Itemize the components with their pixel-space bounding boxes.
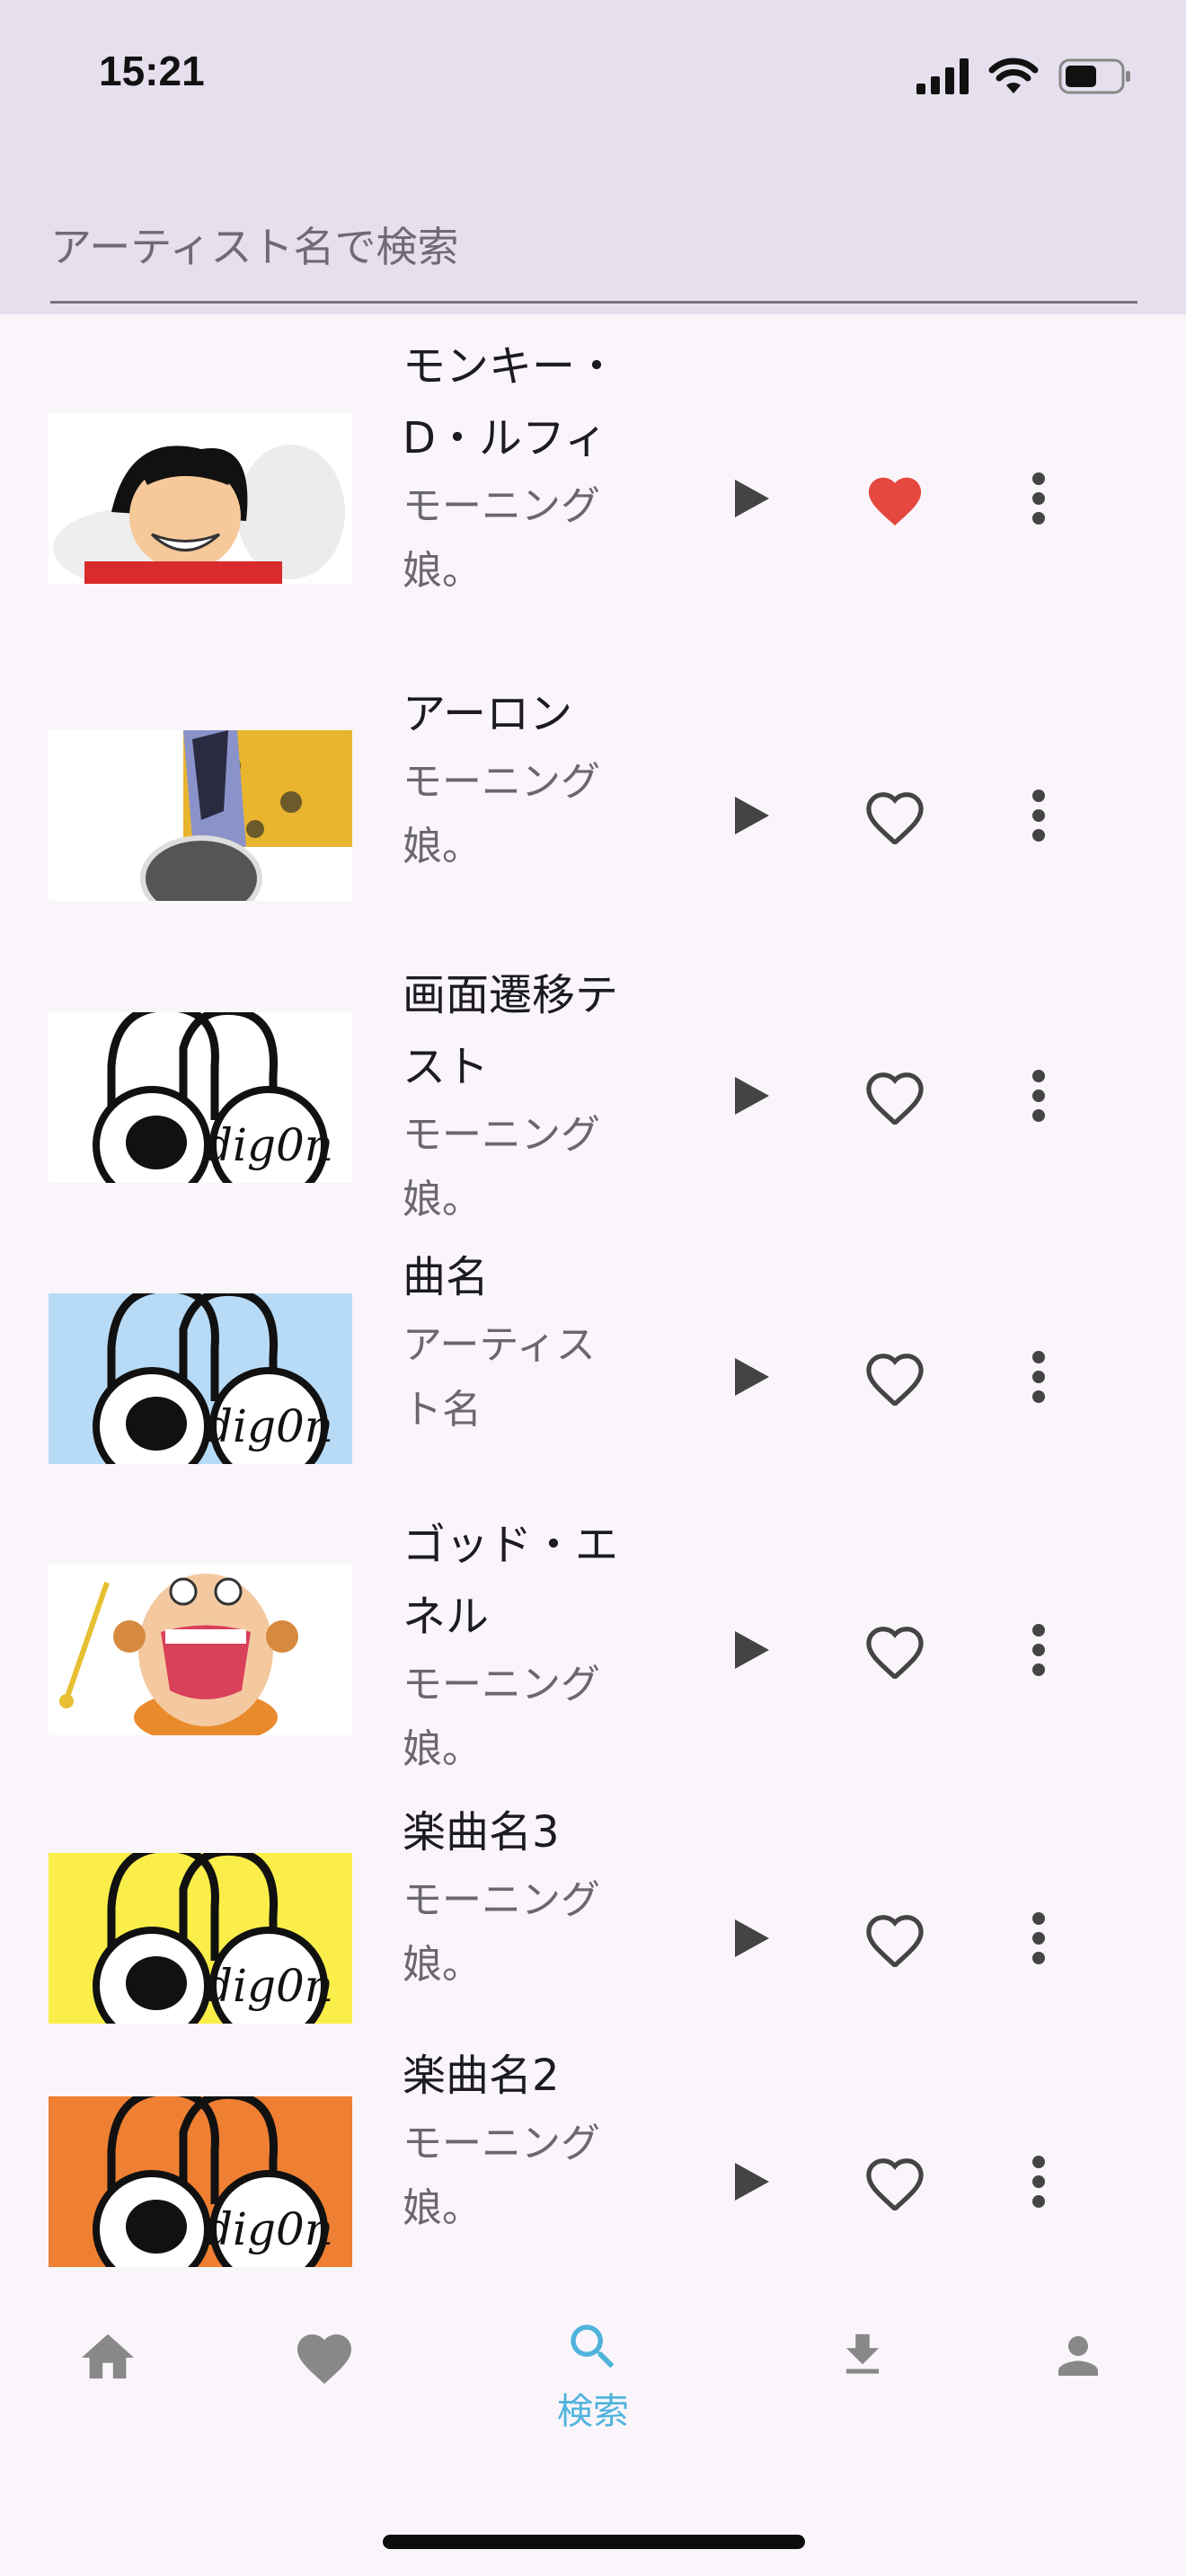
more-vert-icon [1032, 1070, 1045, 1122]
play-button[interactable] [712, 1898, 792, 1979]
nav-search-label: 検索 [557, 2391, 629, 2432]
song-artist: モーニング娘。 [403, 483, 600, 594]
list-item[interactable]: モンキー・D・ルフィ モーニング娘。 [0, 314, 1186, 674]
song-artist: アーティスト名 [403, 1322, 596, 1433]
favorite-button[interactable] [854, 1898, 935, 1979]
heart-filled-icon [868, 477, 922, 526]
play-button[interactable] [712, 1055, 792, 1136]
play-icon [735, 2163, 769, 2201]
more-vert-icon [1032, 1624, 1045, 1676]
heart-outline-icon [866, 792, 924, 844]
song-artist: モーニング娘。 [403, 759, 600, 869]
status-icons [916, 52, 1132, 101]
more-options-button[interactable] [998, 2141, 1079, 2222]
home-icon [81, 2333, 135, 2379]
favorite-button[interactable] [854, 1055, 935, 1136]
song-title: ゴッド・エネル [403, 1520, 619, 1642]
nav-favorites[interactable] [252, 2326, 396, 2461]
status-time: 15:21 [99, 48, 205, 94]
list-item[interactable]: dig0n 楽曲名2 モーニング娘。 [0, 2039, 1186, 2281]
song-thumbnail [49, 1565, 352, 1735]
nav-downloads[interactable] [791, 2326, 934, 2461]
play-icon [735, 797, 769, 834]
heart-outline-icon [866, 1072, 924, 1125]
more-options-button[interactable] [998, 1337, 1079, 1417]
more-vert-icon [1032, 472, 1045, 525]
song-thumbnail: dig0n [49, 1012, 352, 1183]
play-button[interactable] [712, 1610, 792, 1690]
song-artist: モーニング娘。 [403, 1112, 600, 1222]
svg-text:dig0n: dig0n [204, 1960, 333, 2012]
more-options-button[interactable] [998, 775, 1079, 856]
svg-text:dig0n: dig0n [204, 1400, 333, 1452]
play-button[interactable] [712, 2141, 792, 2222]
list-item[interactable]: アーロン モーニング娘。 [0, 674, 1186, 943]
song-thumbnail: dig0n [49, 1293, 352, 1464]
more-vert-icon [1032, 1351, 1045, 1403]
song-title: 画面遷移テスト [403, 970, 619, 1092]
favorite-button[interactable] [854, 458, 935, 539]
signal-icon [916, 58, 969, 94]
list-item[interactable]: ゴッド・エネル モーニング娘。 [0, 1500, 1186, 1796]
song-artist: モーニング娘。 [403, 1877, 600, 1988]
svg-text:dig0n: dig0n [204, 2203, 333, 2255]
song-title: 曲名 [403, 1252, 490, 1302]
battery-icon [1058, 58, 1130, 94]
download-icon [845, 2333, 880, 2374]
list-item[interactable]: dig0n 画面遷移テスト モーニング娘。 [0, 943, 1186, 1231]
search-icon [571, 2325, 615, 2369]
song-title: モンキー・D・ルフィ [403, 341, 619, 463]
app-header: 15:21 [0, 0, 1186, 314]
play-button[interactable] [712, 775, 792, 856]
play-button[interactable] [712, 458, 792, 539]
play-icon [735, 1919, 769, 1957]
song-artist: モーニング娘。 [403, 1662, 600, 1772]
list-item[interactable]: dig0n 曲名 アーティスト名 [0, 1231, 1186, 1500]
play-icon [735, 1358, 769, 1396]
song-thumbnail: dig0n [49, 2096, 352, 2267]
wifi-icon [988, 57, 1039, 93]
heart-outline-icon [866, 1915, 924, 1967]
song-title: アーロン [403, 689, 573, 739]
heart-icon [297, 2334, 351, 2385]
play-icon [735, 1077, 769, 1115]
more-options-button[interactable] [998, 1610, 1079, 1690]
song-thumbnail: dig0n [49, 1853, 352, 2024]
search-input[interactable] [50, 193, 1137, 304]
more-vert-icon [1032, 2156, 1045, 2208]
heart-outline-icon [866, 1627, 924, 1679]
more-vert-icon [1032, 1912, 1045, 1964]
song-title: 楽曲名2 [403, 2051, 560, 2101]
favorite-button[interactable] [854, 775, 935, 856]
home-indicator [383, 2535, 805, 2549]
favorite-button[interactable] [854, 1610, 935, 1690]
nav-profile[interactable] [1006, 2326, 1150, 2461]
more-options-button[interactable] [998, 1898, 1079, 1979]
favorite-button[interactable] [854, 2141, 935, 2222]
list-item[interactable]: dig0n 楽曲名3 モーニング娘。 [0, 1796, 1186, 2039]
song-thumbnail [49, 730, 352, 901]
heart-outline-icon [866, 2158, 924, 2210]
person-icon [1058, 2336, 1098, 2376]
more-vert-icon [1032, 790, 1045, 842]
play-button[interactable] [712, 1337, 792, 1417]
favorite-button[interactable] [854, 1337, 935, 1417]
song-artist: モーニング娘。 [403, 2121, 600, 2231]
nav-search[interactable]: 検索 [521, 2317, 665, 2452]
play-icon [735, 480, 769, 517]
play-icon [735, 1631, 769, 1669]
svg-text:dig0n: dig0n [204, 1119, 333, 1171]
nav-home[interactable] [36, 2326, 180, 2461]
song-title: 楽曲名3 [403, 1807, 560, 1857]
heart-outline-icon [866, 1354, 924, 1406]
bottom-nav: 検索 [0, 2290, 1186, 2576]
song-thumbnail [49, 413, 352, 584]
more-options-button[interactable] [998, 458, 1079, 539]
more-options-button[interactable] [998, 1055, 1079, 1136]
